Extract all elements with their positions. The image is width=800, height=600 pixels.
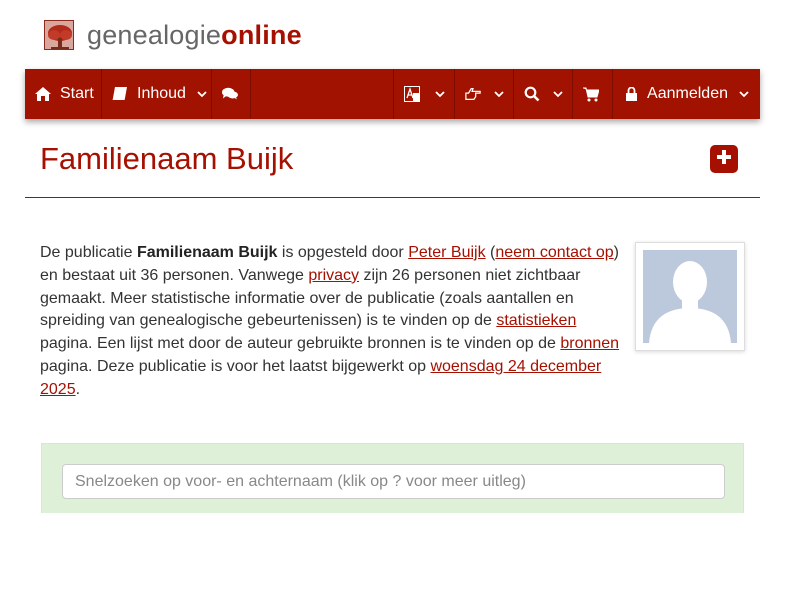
language-icon bbox=[404, 86, 421, 102]
home-icon bbox=[35, 86, 51, 102]
chevron-down-icon bbox=[738, 88, 750, 100]
main-navbar: Start Inhoud Aanmelden bbox=[25, 69, 760, 119]
nav-help[interactable] bbox=[455, 69, 515, 119]
desc-text: is opgesteld door bbox=[277, 244, 409, 261]
page-title: Familienaam Buijk bbox=[40, 141, 294, 176]
person-silhouette-icon bbox=[643, 250, 737, 343]
nav-forum[interactable] bbox=[212, 69, 251, 119]
quick-search-input[interactable] bbox=[62, 464, 725, 499]
logo-text-genealogie: genealogie bbox=[87, 20, 222, 50]
chevron-down-icon bbox=[552, 88, 564, 100]
nav-login[interactable]: Aanmelden bbox=[613, 69, 760, 119]
author-link[interactable]: Peter Buijk bbox=[408, 244, 485, 261]
nav-login-label: Aanmelden bbox=[647, 85, 728, 102]
nav-start[interactable]: Start bbox=[25, 69, 102, 119]
add-button[interactable] bbox=[710, 145, 738, 173]
statistics-link[interactable]: statistieken bbox=[496, 312, 576, 329]
chevron-down-icon bbox=[493, 88, 505, 100]
desc-text: . bbox=[75, 380, 81, 398]
hand-point-icon bbox=[465, 86, 481, 102]
desc-text: pagina. Een lijst met door de auteur geb… bbox=[40, 335, 561, 353]
book-icon bbox=[112, 86, 128, 102]
chevron-down-icon bbox=[196, 88, 208, 100]
desc-text: De publicatie bbox=[40, 244, 137, 261]
quick-search-panel bbox=[41, 443, 744, 513]
sources-link[interactable]: bronnen bbox=[560, 335, 619, 352]
logo-text[interactable]: genealogieonline bbox=[87, 20, 302, 50]
site-header: genealogieonline bbox=[44, 19, 302, 51]
nav-language[interactable] bbox=[394, 69, 456, 119]
cart-icon bbox=[583, 86, 600, 102]
publication-description: De publicatie Familienaam Buijk is opges… bbox=[40, 242, 625, 402]
chevron-down-icon bbox=[434, 88, 446, 100]
nav-shop[interactable] bbox=[573, 69, 614, 119]
logo-text-online: online bbox=[221, 20, 302, 50]
author-avatar[interactable] bbox=[635, 242, 745, 351]
contact-link[interactable]: neem contact op bbox=[495, 244, 613, 261]
lock-icon bbox=[626, 86, 638, 102]
logo-tree-icon[interactable] bbox=[44, 20, 74, 50]
plus-square-icon bbox=[716, 149, 732, 170]
nav-inhoud[interactable]: Inhoud bbox=[102, 69, 212, 119]
nav-inhoud-label: Inhoud bbox=[137, 85, 186, 102]
search-icon bbox=[524, 86, 540, 102]
nav-start-label: Start bbox=[60, 85, 94, 102]
nav-spacer bbox=[251, 69, 395, 119]
comments-icon bbox=[222, 86, 238, 102]
title-divider bbox=[25, 197, 760, 198]
desc-text: pagina. Deze publicatie is voor het laat… bbox=[40, 357, 431, 375]
nav-search[interactable] bbox=[514, 69, 574, 119]
publication-name: Familienaam Buijk bbox=[136, 244, 278, 261]
privacy-link[interactable]: privacy bbox=[308, 267, 359, 284]
desc-text: ( bbox=[485, 244, 496, 261]
